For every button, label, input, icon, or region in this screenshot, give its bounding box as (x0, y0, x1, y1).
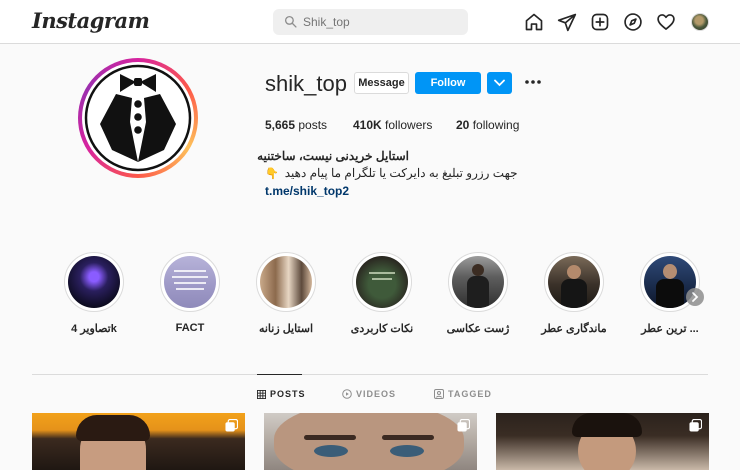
highlights-next-button[interactable] (686, 288, 704, 306)
activity-heart-icon[interactable] (656, 12, 676, 32)
followers-count-value: 410K (353, 118, 382, 132)
multiple-photos-icon (689, 419, 702, 432)
bio-text-line: جهت رزرو تبلیغ به دایرکت یا تلگرام ما پی… (284, 166, 518, 180)
video-icon (342, 389, 352, 399)
highlight-label: ماندگاری عطر (541, 323, 607, 335)
tab-posts[interactable]: POSTS (257, 389, 306, 399)
following-count[interactable]: 20 following (456, 118, 519, 132)
search-icon (284, 15, 297, 28)
new-post-icon[interactable] (590, 12, 610, 32)
bio-name: استایل خریدنی نیست، ساختنیه (257, 149, 409, 163)
suggested-accounts-button[interactable] (487, 72, 512, 94)
highlight-cover (352, 252, 412, 312)
highlight-label: FACT (175, 322, 205, 334)
multiple-photos-icon (457, 419, 470, 432)
active-tab-indicator (257, 374, 302, 375)
post-thumbnail[interactable] (264, 413, 477, 470)
direct-message-icon[interactable] (557, 12, 577, 32)
post-thumbnail[interactable] (496, 413, 709, 470)
search-box[interactable] (273, 9, 468, 35)
tab-posts-label: POSTS (270, 389, 306, 399)
top-navigation-bar: Instagram (0, 0, 740, 44)
search-input[interactable] (303, 13, 453, 31)
highlight-label: نکات کاربردی (350, 323, 414, 335)
tagged-icon (434, 389, 444, 399)
highlight-cover (256, 252, 316, 312)
message-button[interactable]: Message (354, 72, 409, 94)
bio-link[interactable]: t.me/shik_top2 (265, 184, 349, 198)
following-count-label: following (472, 118, 520, 132)
profile-picture[interactable] (78, 58, 198, 178)
posts-count: 5,665 posts (265, 118, 327, 132)
posts-count-value: 5,665 (265, 118, 296, 132)
profile-username: shik_top (265, 71, 347, 96)
post-thumbnail[interactable] (32, 413, 245, 470)
grid-icon (257, 389, 266, 399)
highlight-cover (64, 252, 124, 312)
highlight-cover (544, 252, 604, 312)
pointing-down-emoji-icon: 👇 (265, 167, 279, 180)
bio-text: 👇 جهت رزرو تبلیغ به دایرکت یا تلگرام ما پ… (265, 166, 518, 180)
highlight-label: ژست عکاسی (446, 323, 510, 335)
highlight-label: تصاویر 4k (71, 323, 117, 335)
tuxedo-logo-image (82, 62, 194, 174)
highlight-label: ترین عطر ... (641, 323, 699, 335)
highlight-label: استایل زنانه (258, 323, 314, 335)
highlight-cover (448, 252, 508, 312)
following-count-value: 20 (456, 118, 470, 132)
follow-button[interactable]: Follow (415, 72, 481, 94)
home-icon[interactable] (524, 12, 544, 32)
instagram-logo[interactable]: Instagram (32, 8, 150, 33)
profile-avatar[interactable] (691, 13, 709, 31)
tabs-divider (32, 374, 708, 375)
tab-videos-label: VIDEOS (356, 389, 397, 399)
explore-icon[interactable] (623, 12, 643, 32)
followers-count-label: followers (385, 118, 433, 132)
posts-count-label: posts (298, 118, 328, 132)
tab-videos[interactable]: VIDEOS (342, 389, 396, 399)
tab-tagged[interactable]: TAGGED (434, 389, 492, 399)
chevron-right-icon (692, 292, 699, 302)
followers-count[interactable]: 410K followers (353, 118, 432, 132)
tab-tagged-label: TAGGED (448, 389, 492, 399)
multiple-photos-icon (225, 419, 238, 432)
chevron-down-icon (494, 79, 505, 87)
more-options-icon[interactable] (524, 75, 542, 89)
highlight-cover (160, 252, 220, 312)
